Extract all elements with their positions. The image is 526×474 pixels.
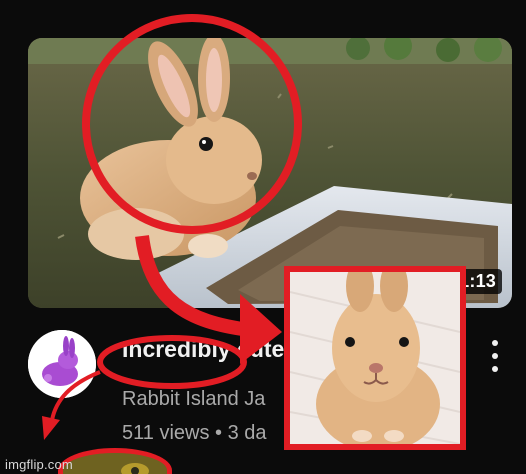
next-thumbnail-image [63,453,167,474]
rabbit-icon [28,330,96,398]
small-arrow-head-icon [42,416,60,440]
inset-rabbit-photo [284,266,466,450]
rabbit-closeup-image [290,272,460,444]
next-video-thumbnail[interactable] [58,448,172,474]
channel-name[interactable]: Rabbit Island Ja [122,388,265,411]
channel-avatar[interactable] [28,330,96,398]
video-title[interactable]: Incredibly cute [122,336,284,363]
more-vert-icon[interactable] [486,336,506,376]
video-metadata: 511 views • 3 da [122,422,267,444]
imgflip-watermark: imgflip.com [5,457,73,472]
youtube-video-card: 1:13 Incredibly cute Rabbit Island Ja 51… [0,0,526,474]
